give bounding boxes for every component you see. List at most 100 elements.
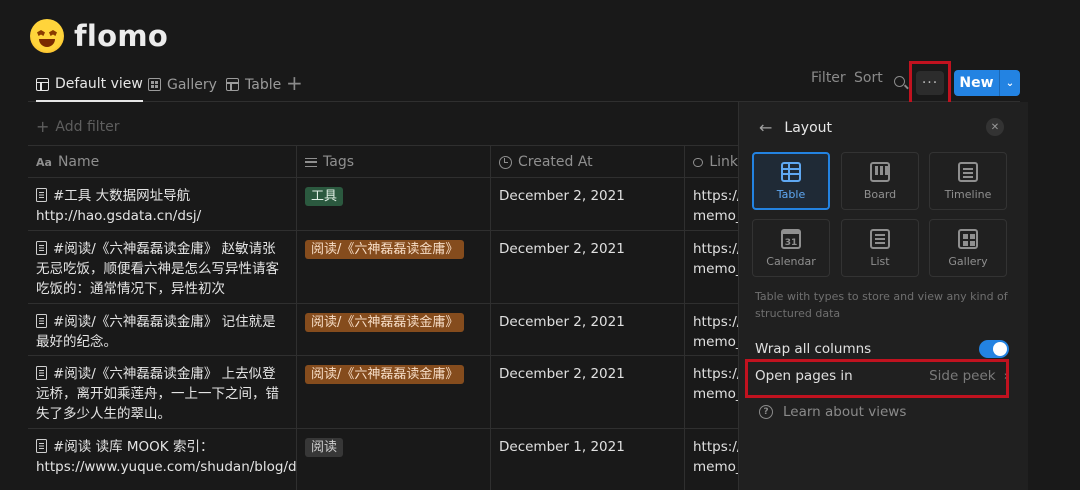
tab-label: Table xyxy=(245,76,282,93)
link-line: https:// xyxy=(693,241,738,257)
tags-cell[interactable]: 阅读 xyxy=(296,429,490,490)
layout-option-gallery[interactable]: Gallery xyxy=(929,219,1007,277)
name-line: https://www.yuque.com/shudan/blog/d xyxy=(36,459,296,475)
star-struck-emoji-icon[interactable] xyxy=(30,19,64,53)
column-header-tags[interactable]: Tags xyxy=(296,146,490,178)
column-header-name[interactable]: Aa Name xyxy=(28,146,296,178)
name-cell[interactable]: #阅读 读库 MOOK 索引： https://www.yuque.com/sh… xyxy=(28,429,296,490)
name-cell[interactable]: #阅读/《六神磊磊读金庸》 记住就是 最好的纪念。 xyxy=(28,304,296,355)
created-at-cell[interactable]: December 1, 2021 xyxy=(490,429,684,490)
table-row[interactable]: #阅读/《六神磊磊读金庸》 上去似登 远桥，离开如乘莲舟，一上一下之间，错 失了… xyxy=(28,356,738,429)
wrap-columns-label: Wrap all columns xyxy=(755,341,872,357)
name-cell[interactable]: #阅读/《六神磊磊读金庸》 赵敏请张 无忌吃饭，顺便看六神是怎么写异性请客 吃饭… xyxy=(28,231,296,303)
tab-table[interactable]: Table xyxy=(226,68,281,101)
name-line: #阅读/《六神磊磊读金庸》 记住就是 xyxy=(53,314,276,330)
link-cell[interactable]: https:// memo_ xyxy=(684,231,738,303)
table-icon xyxy=(781,161,801,182)
page-icon xyxy=(36,439,47,453)
tag-badge: 工具 xyxy=(305,187,344,206)
clock-icon xyxy=(499,155,512,169)
layout-panel-title: Layout xyxy=(784,119,832,136)
name-cell[interactable]: #阅读/《六神磊磊读金庸》 上去似登 远桥，离开如乘莲舟，一上一下之间，错 失了… xyxy=(28,356,296,428)
wrap-columns-toggle[interactable] xyxy=(979,340,1009,358)
link-cell[interactable]: https:// memo_ xyxy=(684,356,738,428)
tag-badge: 阅读 xyxy=(305,438,344,457)
link-cell[interactable]: https:// memo_ xyxy=(684,304,738,355)
gallery-icon xyxy=(148,78,161,91)
sort-button[interactable]: Sort xyxy=(854,70,883,96)
highlight-more-options xyxy=(909,61,951,106)
name-line: #阅读/《六神磊磊读金庸》 上去似登 xyxy=(53,366,276,382)
list-icon xyxy=(870,228,890,249)
name-cell[interactable]: #工具 大数据网址导航 http://hao.gsdata.cn/dsj/ xyxy=(28,178,296,230)
layout-option-label: Calendar xyxy=(766,254,816,268)
filter-button[interactable]: Filter xyxy=(811,70,846,96)
page-icon xyxy=(36,366,47,380)
page-icon xyxy=(36,241,47,255)
chevron-down-icon[interactable]: ⌄ xyxy=(999,70,1020,96)
add-view-button[interactable]: + xyxy=(286,72,303,94)
table-header: Aa Name Tags Created At Link xyxy=(28,145,738,178)
tags-cell[interactable]: 阅读/《六神磊磊读金庸》 xyxy=(296,356,490,428)
learn-about-views-link[interactable]: ? Learn about views xyxy=(759,404,906,420)
table-row[interactable]: #阅读/《六神磊磊读金庸》 记住就是 最好的纪念。 阅读/《六神磊磊读金庸》 D… xyxy=(28,304,738,356)
link-icon xyxy=(693,157,704,167)
tab-default-view[interactable]: Default view xyxy=(36,68,143,102)
layout-option-board[interactable]: Board xyxy=(841,152,919,210)
tag-badge: 阅读/《六神磊磊读金庸》 xyxy=(305,313,465,332)
page-title[interactable]: flomo xyxy=(74,19,168,53)
layout-option-label: Table xyxy=(776,187,806,201)
back-arrow-icon[interactable]: ← xyxy=(759,118,772,137)
layout-option-list[interactable]: List xyxy=(841,219,919,277)
tags-cell[interactable]: 工具 xyxy=(296,178,490,230)
plus-icon: + xyxy=(36,117,50,136)
search-icon[interactable] xyxy=(894,76,905,87)
created-at-cell[interactable]: December 2, 2021 xyxy=(490,178,684,230)
tab-label: Default view xyxy=(55,76,143,92)
layout-option-timeline[interactable]: Timeline xyxy=(929,152,1007,210)
tags-cell[interactable]: 阅读/《六神磊磊读金庸》 xyxy=(296,231,490,303)
tags-cell[interactable]: 阅读/《六神磊磊读金庸》 xyxy=(296,304,490,355)
name-line: #阅读 读库 MOOK 索引： xyxy=(53,439,214,455)
table-icon xyxy=(226,78,239,91)
table-row[interactable]: #阅读 读库 MOOK 索引： https://www.yuque.com/sh… xyxy=(28,429,738,490)
link-line: memo_ xyxy=(693,459,738,475)
column-label: Name xyxy=(57,154,100,170)
table-icon xyxy=(36,77,49,91)
tab-gallery[interactable]: Gallery xyxy=(148,68,217,101)
table-row[interactable]: #工具 大数据网址导航 http://hao.gsdata.cn/dsj/ 工具… xyxy=(28,178,738,231)
column-header-created-at[interactable]: Created At xyxy=(490,146,684,178)
name-line: 最好的纪念。 xyxy=(36,334,117,350)
created-at-cell[interactable]: December 2, 2021 xyxy=(490,231,684,303)
help-icon: ? xyxy=(759,405,773,419)
layout-option-label: Timeline xyxy=(944,187,992,201)
name-line: 远桥，离开如乘莲舟，一上一下之间，错 xyxy=(36,386,279,402)
link-cell[interactable]: https:// memo_ xyxy=(684,429,738,490)
layout-option-label: List xyxy=(870,254,890,268)
learn-about-views-label: Learn about views xyxy=(783,404,907,420)
add-filter-button[interactable]: + Add filter xyxy=(36,117,120,136)
link-cell[interactable]: https:// memo_ xyxy=(684,178,738,230)
table-row[interactable]: #阅读/《六神磊磊读金庸》 赵敏请张 无忌吃饭，顺便看六神是怎么写异性请客 吃饭… xyxy=(28,231,738,304)
layout-option-label: Board xyxy=(863,187,897,201)
tab-label: Gallery xyxy=(167,76,217,93)
link-line: https:// xyxy=(693,439,738,455)
close-icon[interactable]: ✕ xyxy=(986,118,1004,136)
wrap-columns-row[interactable]: Wrap all columns xyxy=(755,338,1009,360)
created-at-cell[interactable]: December 2, 2021 xyxy=(490,304,684,355)
name-line: #工具 大数据网址导航 xyxy=(53,188,191,204)
calendar-icon xyxy=(781,228,801,249)
column-header-link[interactable]: Link xyxy=(684,146,738,178)
name-line: 失了多少人生的翠山。 xyxy=(36,406,171,422)
name-line: 无忌吃饭，顺便看六神是怎么写异性请客 xyxy=(36,261,279,277)
layout-option-table[interactable]: Table xyxy=(752,152,830,210)
link-line: https:// xyxy=(693,188,738,204)
name-line: 吃饭的：通常情况下，异性初次 xyxy=(36,281,225,297)
layout-option-calendar[interactable]: Calendar xyxy=(752,219,830,277)
new-button-label: New xyxy=(959,75,994,91)
new-button[interactable]: New ⌄ xyxy=(954,70,1020,96)
name-line: http://hao.gsdata.cn/dsj/ xyxy=(36,208,202,224)
page-icon xyxy=(36,314,47,328)
created-at-cell[interactable]: December 2, 2021 xyxy=(490,356,684,428)
layout-panel-header: ← Layout xyxy=(759,118,832,137)
